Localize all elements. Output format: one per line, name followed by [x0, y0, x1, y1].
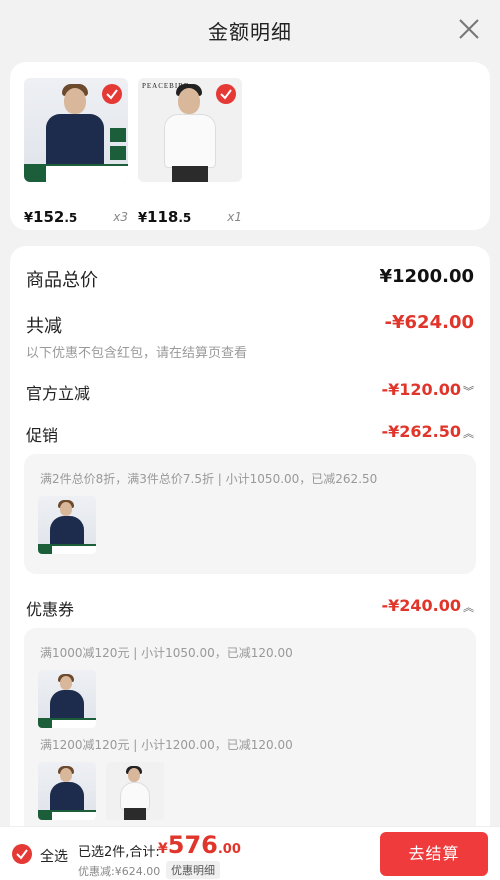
product-thumb [38, 762, 96, 820]
product-thumb [106, 762, 164, 820]
close-icon[interactable] [458, 18, 480, 40]
header: 金额明细 [0, 0, 500, 60]
total-value: ¥1200.00 [379, 266, 474, 287]
discount-detail-button[interactable]: 优惠明细 [166, 861, 220, 879]
coupon-desc: 满1200减120元 | 小计1200.00，已减120.00 [40, 738, 293, 752]
product-thumb [38, 670, 96, 728]
coupon-desc: 满1000减120元 | 小计1050.00，已减120.00 [40, 646, 293, 660]
coupon-value: -¥240.00 ︽ [381, 596, 474, 615]
reduce-label: 共减 [26, 316, 62, 337]
coupon-label: 优惠券 [26, 600, 75, 619]
product-image: PEACEBIRD [138, 78, 242, 182]
checkout-button[interactable]: 去结算 [380, 832, 488, 876]
product-price: ¥152.5 [24, 208, 78, 226]
select-all-checkbox[interactable] [12, 844, 32, 864]
checked-icon[interactable] [216, 84, 236, 104]
total-price: ¥576.00 [158, 831, 241, 859]
products-card: ¥152.5 x3 PEACEBIRD ¥118.5 x1 [10, 62, 490, 230]
reduce-value: -¥624.00 [384, 312, 474, 333]
official-label: 官方立减 [26, 384, 91, 403]
product-price: ¥118.5 [138, 208, 192, 226]
official-value: -¥120.00 ︾ [381, 380, 474, 399]
product-item[interactable]: PEACEBIRD ¥118.5 x1 [138, 78, 242, 226]
promo-value: -¥262.50 ︽ [381, 422, 474, 441]
page-title: 金额明细 [208, 20, 292, 44]
reduce-note: 以下优惠不包含红包，请在结算页查看 [26, 346, 248, 361]
chevron-down-icon[interactable]: ︾ [463, 383, 474, 399]
product-thumb [38, 496, 96, 554]
product-qty: x3 [113, 210, 128, 224]
chevron-up-icon[interactable]: ︽ [463, 599, 474, 615]
discount-amount: 优惠减:¥624.00 [78, 865, 161, 878]
product-item[interactable]: ¥152.5 x3 [24, 78, 128, 226]
select-all-label[interactable]: 全选 [40, 846, 68, 866]
promo-detail-box: 满2件总价8折，满3件总价7.5折 | 小计1050.00，已减262.50 [24, 454, 476, 574]
product-qty: x1 [227, 210, 242, 224]
promo-desc: 满2件总价8折，满3件总价7.5折 | 小计1050.00，已减262.50 [40, 472, 378, 486]
promo-label: 促销 [26, 426, 59, 445]
product-image [24, 78, 128, 182]
selected-info: 已选2件,合计: [78, 845, 160, 860]
chevron-up-icon[interactable]: ︽ [463, 425, 474, 441]
checked-icon[interactable] [102, 84, 122, 104]
coupon-detail-box: 满1000减120元 | 小计1050.00，已减120.00 满1200减12… [24, 628, 476, 846]
total-label: 商品总价 [26, 270, 98, 291]
checkout-bar: 全选 已选2件,合计: ¥576.00 优惠减:¥624.00 优惠明细 去结算 [0, 826, 500, 880]
amount-detail-card: 商品总价 ¥1200.00 共减 -¥624.00 以下优惠不包含红包，请在结算… [10, 246, 490, 846]
